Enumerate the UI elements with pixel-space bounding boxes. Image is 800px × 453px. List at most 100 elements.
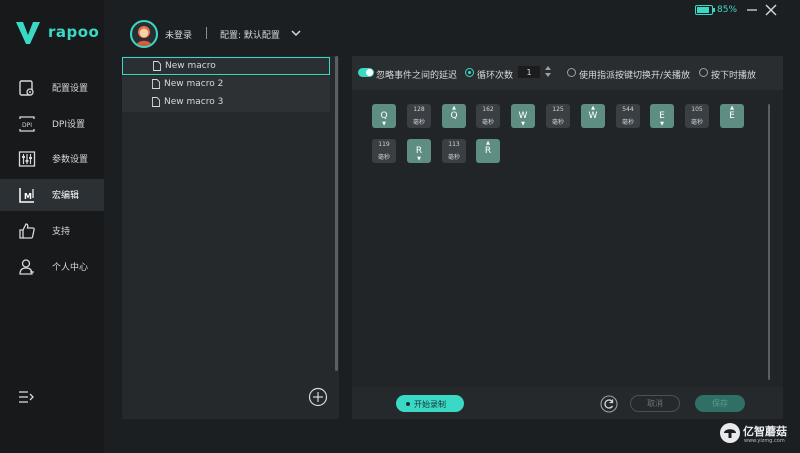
- key-label: E: [729, 111, 735, 121]
- macro-key-event[interactable]: ▼ W: [511, 104, 535, 128]
- macro-name: New macro 2: [164, 79, 224, 89]
- ignore-delay-toggle[interactable]: [358, 68, 374, 77]
- battery-percent: 85%: [717, 5, 738, 15]
- macro-key-event[interactable]: ▲ R: [476, 139, 500, 163]
- macro-list-item[interactable]: New macro 3: [122, 94, 330, 112]
- delay-value: 162: [482, 106, 494, 113]
- sidebar-item-dpi[interactable]: DPI DPI设置: [0, 108, 104, 140]
- sidebar: rapoo 配置设置 DPI DPI设置 参数设置 M 宏编辑 支持 个人中心: [0, 0, 104, 453]
- file-icon: [152, 97, 160, 107]
- macro-key-event[interactable]: ▲ W: [581, 104, 605, 128]
- sidebar-item-label: 支持: [52, 227, 71, 237]
- dpi-icon: DPI: [19, 116, 35, 132]
- sidebar-item-label: 宏编辑: [52, 191, 80, 201]
- sidebar-item-label: DPI设置: [52, 120, 86, 130]
- top-bar: 未登录 配置: 默认配置 85%: [104, 0, 800, 52]
- ignore-delay-label: 忽略事件之间的延迟: [376, 71, 458, 81]
- macro-key-event[interactable]: ▼ E: [650, 104, 674, 128]
- macro-delay-event[interactable]: 119 毫秒: [372, 139, 396, 163]
- sidebar-item-label: 配置设置: [52, 84, 89, 94]
- record-button-label: 开始录制: [414, 400, 446, 409]
- macro-list-item[interactable]: New macro 2: [122, 76, 330, 94]
- svg-text:DPI: DPI: [22, 122, 32, 129]
- key-label: W: [518, 111, 528, 121]
- watermark-text: 亿智蘑菇: [743, 425, 787, 438]
- stepper-up-icon[interactable]: [545, 66, 551, 70]
- battery-tip: [713, 8, 715, 12]
- minimize-icon[interactable]: [745, 3, 759, 17]
- macro-key-event[interactable]: ▼ Q: [372, 104, 396, 128]
- sidebar-item-label: 参数设置: [52, 155, 89, 165]
- sidebar-item-params[interactable]: 参数设置: [0, 143, 104, 175]
- start-record-button[interactable]: 开始录制: [396, 395, 464, 412]
- list-scrollbar[interactable]: [335, 56, 338, 371]
- loop-count-input[interactable]: [518, 66, 540, 78]
- stepper-down-icon[interactable]: [545, 73, 551, 77]
- rapoo-logo: rapoo: [14, 18, 99, 46]
- macro-key-event[interactable]: ▲ Q: [442, 104, 466, 128]
- macro-key-event[interactable]: ▼ R: [407, 139, 431, 163]
- mushroom-icon: [724, 429, 736, 438]
- sidebar-item-support[interactable]: 支持: [0, 215, 104, 247]
- login-status[interactable]: 未登录: [165, 28, 192, 41]
- watermark-logo-icon: [720, 423, 740, 443]
- v-logo-icon: [16, 22, 40, 44]
- loop-count-stepper[interactable]: [545, 66, 553, 79]
- editor-action-bar: 开始录制 取消 保存: [352, 387, 783, 419]
- events-scrollbar[interactable]: [768, 104, 770, 380]
- macro-list-item[interactable]: New macro: [122, 57, 330, 75]
- save-button[interactable]: 保存: [695, 395, 745, 412]
- file-icon: [153, 61, 161, 71]
- chevron-down-icon[interactable]: [290, 28, 302, 38]
- sidebar-item-profile[interactable]: 个人中心: [0, 251, 104, 283]
- sliders-icon: [18, 151, 36, 167]
- delay-unit: 毫秒: [690, 119, 703, 126]
- macro-list-panel: New macro New macro 2 New macro 3: [122, 56, 339, 419]
- macro-icon: M: [19, 188, 34, 203]
- hold-play-radio[interactable]: [699, 68, 708, 77]
- sidebar-item-label: 个人中心: [52, 263, 89, 273]
- sidebar-item-config[interactable]: 配置设置: [0, 72, 104, 104]
- macro-events-area: ▼ Q 128 毫秒 ▲ Q 162 毫秒 ▼ W 125 毫秒 ▲ W 544 毫秒 ▼ E 105 毫秒 ▲ E 119…: [372, 104, 772, 404]
- watermark: 亿智蘑菇 www.yizmg.com: [720, 420, 798, 450]
- add-macro-icon[interactable]: [308, 387, 328, 407]
- key-label: Q: [450, 111, 458, 121]
- toggle-knob: [366, 69, 373, 76]
- watermark-url: www.yizmg.com: [744, 438, 785, 444]
- key-label: Q: [380, 111, 388, 121]
- avatar[interactable]: [130, 20, 158, 48]
- delay-unit: 毫秒: [551, 119, 564, 126]
- macro-delay-event[interactable]: 105 毫秒: [685, 104, 709, 128]
- battery-icon: [695, 5, 713, 15]
- macro-delay-event[interactable]: 128 毫秒: [407, 104, 431, 128]
- delay-value: 119: [378, 141, 390, 148]
- delay-value: 125: [552, 106, 564, 113]
- macro-delay-event[interactable]: 544 毫秒: [616, 104, 640, 128]
- toggle-play-label: 使用指派按键切换开/关播放: [579, 71, 691, 81]
- delay-unit: 毫秒: [377, 154, 390, 161]
- macro-key-event[interactable]: ▲ E: [720, 104, 744, 128]
- battery-level-fill: [697, 7, 709, 13]
- delay-value: 113: [448, 141, 460, 148]
- toggle-play-radio[interactable]: [567, 68, 576, 77]
- macro-name: New macro 3: [164, 97, 224, 107]
- config-selector[interactable]: 配置: 默认配置: [220, 28, 280, 41]
- thumbs-up-icon: [19, 223, 35, 239]
- avatar-image-icon: [136, 26, 152, 46]
- macro-delay-event[interactable]: 113 毫秒: [442, 139, 466, 163]
- key-down-icon: ▼: [660, 121, 664, 127]
- collapse-menu-icon[interactable]: [18, 389, 34, 405]
- options-row: 忽略事件之间的延迟 循环次数 使用指派按键切换开/关播放 按下时播放: [352, 56, 783, 90]
- macro-delay-event[interactable]: 125 毫秒: [546, 104, 570, 128]
- refresh-icon[interactable]: [600, 395, 618, 413]
- cancel-button[interactable]: 取消: [630, 395, 680, 412]
- sidebar-item-macro[interactable]: M 宏编辑: [0, 179, 104, 211]
- key-label: R: [484, 146, 492, 156]
- divider: [206, 27, 207, 39]
- close-icon[interactable]: [764, 3, 778, 17]
- key-down-icon: ▼: [417, 156, 421, 162]
- key-label: W: [588, 111, 598, 121]
- delay-value: 544: [622, 106, 634, 113]
- loop-radio[interactable]: [465, 68, 474, 77]
- macro-delay-event[interactable]: 162 毫秒: [476, 104, 500, 128]
